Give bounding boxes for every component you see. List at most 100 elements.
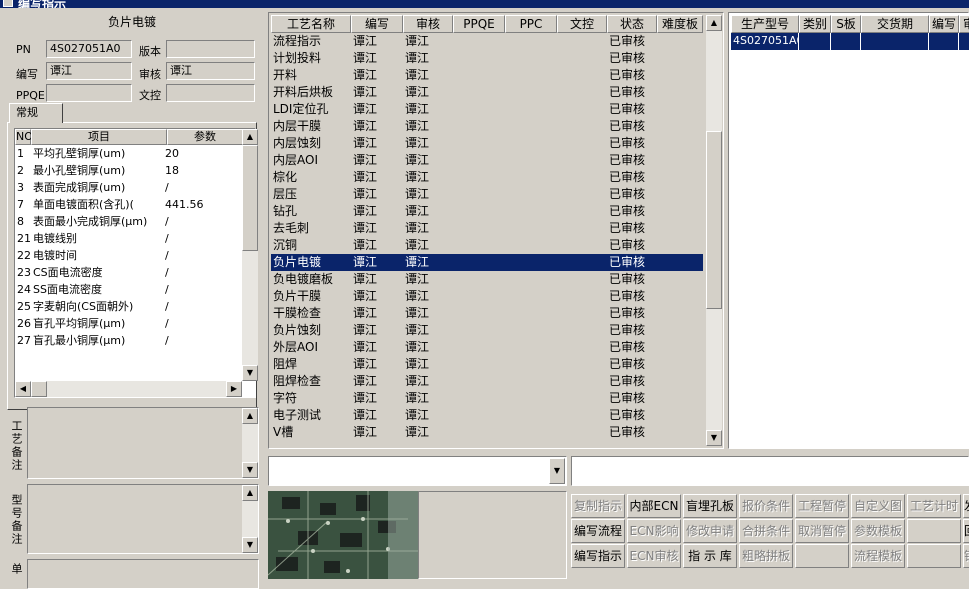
scroll-down-icon[interactable]: ▼	[242, 462, 258, 478]
tab-general[interactable]: 常规	[9, 103, 63, 123]
process-row[interactable]: 去毛刺 谭江 谭江 已审核	[271, 220, 703, 237]
header-difficulty[interactable]: 难度板	[657, 15, 703, 33]
process-row[interactable]: 棕化 谭江 谭江 已审核	[271, 169, 703, 186]
scroll-down-icon[interactable]: ▼	[242, 365, 258, 381]
process-row[interactable]: 钻孔 谭江 谭江 已审核	[271, 203, 703, 220]
header-reviewer[interactable]: 审核	[403, 15, 453, 33]
header-product-author[interactable]: 编写	[929, 15, 959, 33]
process-row[interactable]: V槽 谭江 谭江 已审核	[271, 424, 703, 441]
header-model[interactable]: 生产型号	[731, 15, 799, 33]
memo-scrollbar[interactable]: ▲ ▼	[242, 485, 258, 553]
param-header-value[interactable]: 参数	[167, 129, 243, 145]
header-status[interactable]: 状态	[607, 15, 657, 33]
process-row[interactable]: 内层蚀刻 谭江 谭江 已审核	[271, 135, 703, 152]
process-memo[interactable]: ▲ ▼	[27, 407, 259, 479]
action-button[interactable]: 锁	[963, 544, 969, 568]
header-ppqe[interactable]: PPQE	[453, 15, 505, 33]
action-button[interactable]	[795, 544, 849, 568]
action-button[interactable]: 编写指示	[571, 544, 625, 568]
scroll-down-icon[interactable]: ▼	[242, 537, 258, 553]
action-button[interactable]: 合拼条件	[739, 519, 793, 543]
param-horizontal-scrollbar[interactable]: ◀ ▶	[15, 381, 242, 397]
param-row[interactable]: 23 CS面电流密度 /	[15, 264, 241, 281]
process-row[interactable]: 计划投料 谭江 谭江 已审核	[271, 50, 703, 67]
ppqe-field[interactable]	[46, 84, 132, 102]
header-author[interactable]: 编写	[351, 15, 403, 33]
process-scrollbar[interactable]: ▲ ▼	[706, 15, 722, 446]
header-s-board[interactable]: S板	[831, 15, 861, 33]
version-field[interactable]	[166, 40, 255, 58]
action-button[interactable]: 编写流程	[571, 519, 625, 543]
process-row[interactable]: 外层AOI 谭江 谭江 已审核	[271, 339, 703, 356]
hscroll-thumb[interactable]	[31, 381, 47, 397]
process-row[interactable]: 负片干膜 谭江 谭江 已审核	[271, 288, 703, 305]
scroll-up-icon[interactable]: ▲	[242, 485, 258, 501]
param-row[interactable]: 1 平均孔壁铜厚(um) 20	[15, 145, 241, 162]
author-field[interactable]: 谭江	[46, 62, 132, 80]
header-ppc[interactable]: PPC	[505, 15, 557, 33]
process-row[interactable]: 流程指示 谭江 谭江 已审核	[271, 33, 703, 50]
process-scroll-thumb[interactable]	[706, 131, 722, 309]
action-button[interactable]: 参数模板	[851, 519, 905, 543]
process-row[interactable]: 负电镀磨板 谭江 谭江 已审核	[271, 271, 703, 288]
action-button[interactable]: 内部ECN	[627, 494, 681, 518]
action-button[interactable]: 指 示 库	[683, 544, 737, 568]
param-row[interactable]: 8 表面最小完成铜厚(μm) /	[15, 213, 241, 230]
param-row[interactable]: 22 电镀时间 /	[15, 247, 241, 264]
param-row[interactable]: 21 电镀线别 /	[15, 230, 241, 247]
action-button[interactable]: 粗略拼板	[739, 544, 793, 568]
action-button[interactable]: 工程暂停	[795, 494, 849, 518]
scroll-up-icon[interactable]: ▲	[242, 408, 258, 424]
process-row[interactable]: 负片蚀刻 谭江 谭江 已审核	[271, 322, 703, 339]
left-combo[interactable]: ▼	[268, 456, 567, 486]
order-memo[interactable]	[27, 559, 259, 589]
process-row[interactable]: 干膜检查 谭江 谭江 已审核	[271, 305, 703, 322]
param-row[interactable]: 2 最小孔壁铜厚(um) 18	[15, 162, 241, 179]
action-button[interactable]: 盲埋孔板	[683, 494, 737, 518]
process-row[interactable]: 阻焊检查 谭江 谭江 已审核	[271, 373, 703, 390]
scroll-right-icon[interactable]: ▶	[226, 381, 242, 397]
action-button[interactable]: 回	[963, 519, 969, 543]
param-row[interactable]: 3 表面完成铜厚(um) /	[15, 179, 241, 196]
action-button[interactable]: 工艺计时	[907, 494, 961, 518]
control-field[interactable]	[166, 84, 255, 102]
process-row[interactable]: 内层AOI 谭江 谭江 已审核	[271, 152, 703, 169]
param-row[interactable]: 7 单面电镀面积(含孔)(441.56	[15, 196, 241, 213]
scroll-thumb[interactable]	[242, 145, 258, 251]
process-row[interactable]: 字符 谭江 谭江 已审核	[271, 390, 703, 407]
header-category[interactable]: 类别	[799, 15, 831, 33]
process-row[interactable]: 内层干膜 谭江 谭江 已审核	[271, 118, 703, 135]
action-button[interactable]: 修改申请	[683, 519, 737, 543]
scroll-up-icon[interactable]: ▲	[706, 15, 722, 31]
action-button[interactable]: 发	[963, 494, 969, 518]
product-row[interactable]: 4S027051A0	[731, 33, 969, 50]
process-row[interactable]: 负片电镀 谭江 谭江 已审核	[271, 254, 703, 271]
header-product-reviewer[interactable]: 审	[959, 15, 969, 33]
pn-field[interactable]: 4S027051A0	[46, 40, 132, 58]
action-button[interactable]: 自定义图	[851, 494, 905, 518]
process-row[interactable]: 电子测试 谭江 谭江 已审核	[271, 407, 703, 424]
chevron-down-icon[interactable]: ▼	[549, 458, 565, 484]
scroll-up-icon[interactable]: ▲	[242, 129, 258, 145]
action-button[interactable]: ECN审核	[627, 544, 681, 568]
param-row[interactable]: 24 SS面电流密度 /	[15, 281, 241, 298]
action-button[interactable]	[907, 544, 961, 568]
action-button[interactable]	[907, 519, 961, 543]
header-delivery[interactable]: 交货期	[861, 15, 929, 33]
process-row[interactable]: 阻焊 谭江 谭江 已审核	[271, 356, 703, 373]
process-row[interactable]: 开料 谭江 谭江 已审核	[271, 67, 703, 84]
param-row[interactable]: 27 盲孔最小铜厚(μm) /	[15, 332, 241, 349]
header-process-name[interactable]: 工艺名称	[271, 15, 351, 33]
process-row[interactable]: 开料后烘板 谭江 谭江 已审核	[271, 84, 703, 101]
param-header-no[interactable]: NO	[15, 129, 33, 145]
action-button[interactable]: 复制指示	[571, 494, 625, 518]
model-memo[interactable]: ▲ ▼	[27, 484, 259, 554]
header-control[interactable]: 文控	[557, 15, 607, 33]
action-button[interactable]: 取消暂停	[795, 519, 849, 543]
param-vertical-scrollbar[interactable]: ▲ ▼	[242, 129, 258, 381]
action-button[interactable]: 报价条件	[739, 494, 793, 518]
process-row[interactable]: 沉铜 谭江 谭江 已审核	[271, 237, 703, 254]
action-button[interactable]: ECN影响	[627, 519, 681, 543]
param-row[interactable]: 25 字麦朝向(CS面朝外) /	[15, 298, 241, 315]
scroll-down-icon[interactable]: ▼	[706, 430, 722, 446]
